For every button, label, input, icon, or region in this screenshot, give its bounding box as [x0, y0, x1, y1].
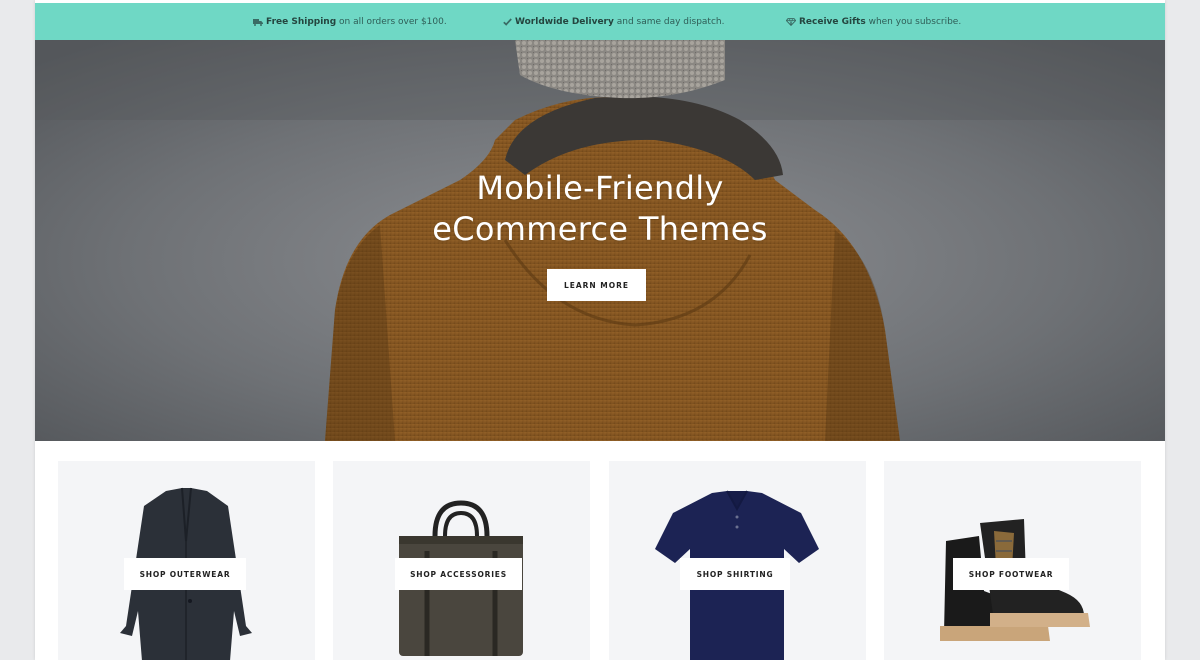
promo-worldwide-delivery-text: and same day dispatch. [613, 16, 725, 27]
promo-bar: Free Shipping on all orders over $100. W… [35, 3, 1165, 40]
truck-icon [253, 18, 263, 26]
promo-receive-gifts-bold: Receive Gifts [799, 16, 866, 27]
hero-title: Mobile-Friendly eCommerce Themes [35, 168, 1165, 250]
category-grid: SHOP OUTERWEAR SHOP ACCESSORIES SHOP SHI… [35, 441, 1165, 660]
hero-banner: Mobile-Friendly eCommerce Themes LEARN M… [35, 40, 1165, 441]
promo-worldwide-delivery: Worldwide Delivery and same day dispatch… [503, 17, 724, 27]
promo-worldwide-delivery-bold: Worldwide Delivery [515, 16, 614, 27]
diamond-icon [786, 17, 796, 26]
category-card-shirting[interactable]: SHOP SHIRTING [609, 461, 866, 660]
category-card-footwear[interactable]: SHOP FOOTWEAR [884, 461, 1141, 660]
shop-shirting-label[interactable]: SHOP SHIRTING [680, 558, 790, 590]
hero-title-line2: eCommerce Themes [432, 210, 768, 248]
shop-outerwear-label[interactable]: SHOP OUTERWEAR [124, 558, 246, 590]
promo-receive-gifts-text: when you subscribe. [865, 16, 962, 27]
promo-free-shipping-text: on all orders over $100. [336, 16, 447, 27]
check-icon [503, 17, 512, 26]
category-card-outerwear[interactable]: SHOP OUTERWEAR [58, 461, 315, 660]
promo-free-shipping: Free Shipping on all orders over $100. [253, 17, 447, 27]
promo-free-shipping-bold: Free Shipping [266, 16, 337, 27]
hero-title-line1: Mobile-Friendly [476, 169, 724, 207]
storefront-page: Free Shipping on all orders over $100. W… [35, 0, 1165, 660]
category-card-accessories[interactable]: SHOP ACCESSORIES [333, 461, 590, 660]
promo-receive-gifts: Receive Gifts when you subscribe. [786, 17, 961, 27]
learn-more-button[interactable]: LEARN MORE [547, 269, 646, 301]
shop-footwear-label[interactable]: SHOP FOOTWEAR [953, 558, 1069, 590]
shop-accessories-label[interactable]: SHOP ACCESSORIES [395, 558, 522, 590]
